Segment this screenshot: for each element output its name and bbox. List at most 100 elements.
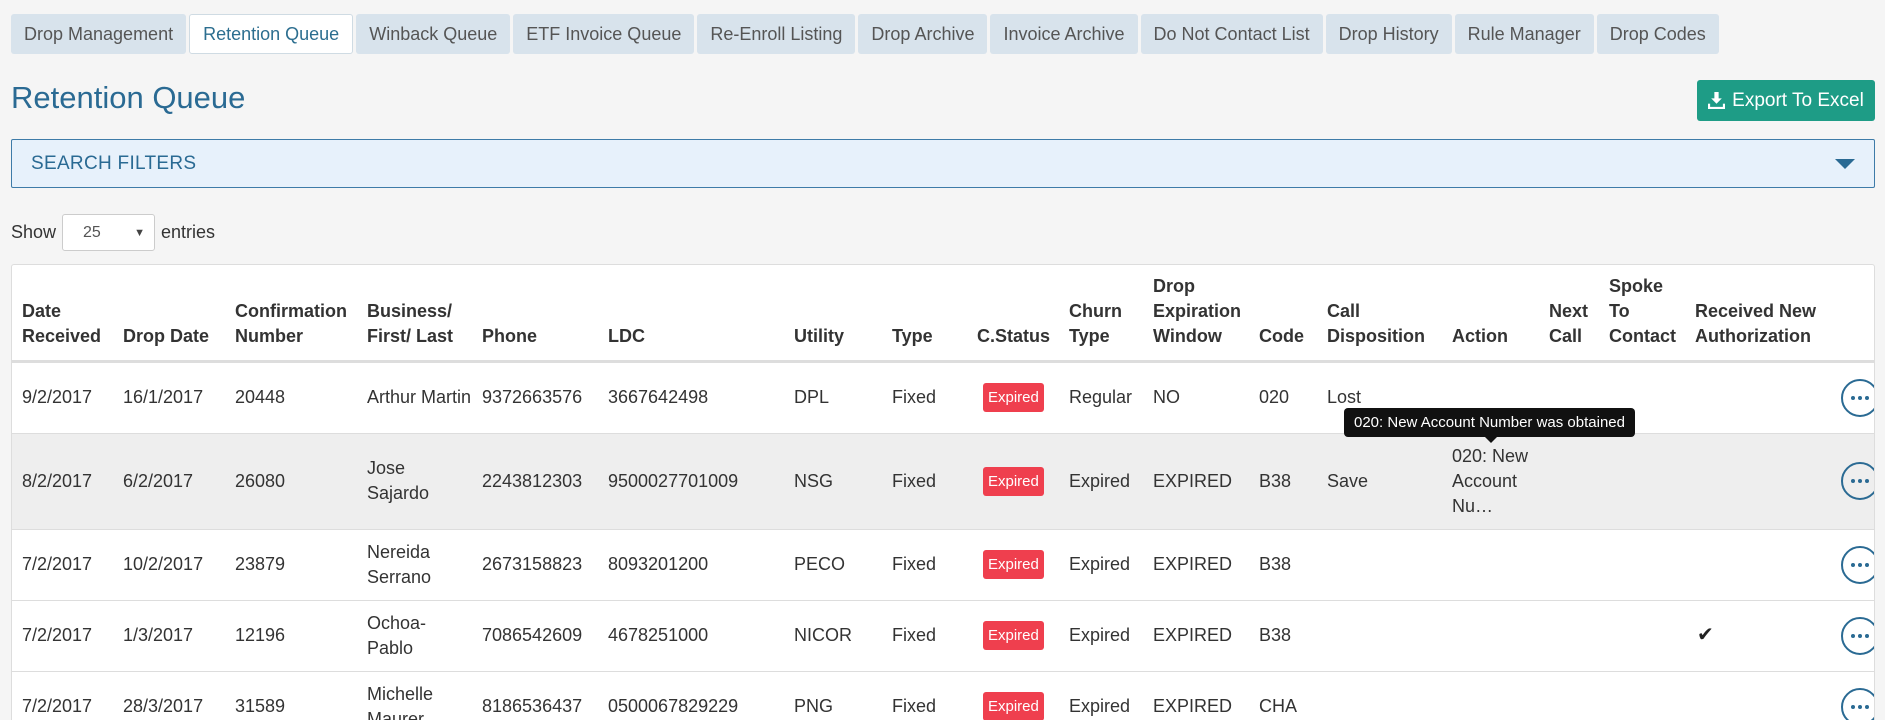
code-cell: CHA xyxy=(1249,671,1317,720)
action-tooltip: 020: New Account Number was obtained xyxy=(1344,408,1635,443)
export-to-excel-button[interactable]: Export To Excel xyxy=(1697,80,1875,121)
next-call-cell xyxy=(1539,433,1599,530)
more-options-icon[interactable] xyxy=(1841,462,1874,500)
table-row[interactable]: 7/2/2017 28/3/2017 31589 Michelle Maurer… xyxy=(12,671,1874,720)
next-call-cell xyxy=(1539,529,1599,601)
action-cell xyxy=(1442,600,1539,672)
status-cell: Expired xyxy=(967,671,1059,720)
drop-date-cell: 16/1/2017 xyxy=(113,361,225,434)
select-arrow-icon: ▼ xyxy=(134,226,146,239)
spoke-cell xyxy=(1599,671,1685,720)
col-type[interactable]: Type xyxy=(882,265,967,363)
ldc-cell: 9500027701009 xyxy=(598,433,784,530)
col-business-name[interactable]: Business/ First/ Last xyxy=(357,265,472,363)
disposition-cell xyxy=(1317,671,1442,720)
phone-cell: 2673158823 xyxy=(472,529,598,601)
export-label: Export To Excel xyxy=(1732,89,1864,111)
more-options-icon[interactable] xyxy=(1841,378,1874,417)
ldc-cell: 3667642498 xyxy=(598,361,784,434)
col-call-disposition[interactable]: Call Disposition xyxy=(1317,265,1442,363)
row-menu-cell xyxy=(1819,671,1874,720)
row-menu-cell xyxy=(1819,529,1874,601)
spoke-cell xyxy=(1599,600,1685,672)
drop-date-cell: 28/3/2017 xyxy=(113,671,225,720)
tab-drop-management[interactable]: Drop Management xyxy=(11,14,187,54)
col-received-new-authorization[interactable]: Received New Authorization xyxy=(1685,265,1819,363)
name-cell: Arthur Martin xyxy=(357,361,472,434)
tab-winback-queue[interactable]: Winback Queue xyxy=(356,14,511,54)
table-row[interactable]: 7/2/2017 10/2/2017 23879 Nereida Serrano… xyxy=(12,529,1874,601)
window-cell: EXPIRED xyxy=(1143,433,1249,530)
received-cell xyxy=(1685,433,1819,530)
confirmation-cell: 26080 xyxy=(225,433,357,530)
action-cell[interactable]: 020: New Account Nu… xyxy=(1442,433,1539,530)
row-menu-cell xyxy=(1819,600,1874,672)
tab-drop-history[interactable]: Drop History xyxy=(1325,14,1452,54)
status-badge: Expired xyxy=(983,692,1044,720)
tab-retention-queue[interactable]: Retention Queue xyxy=(189,14,354,54)
col-c-status[interactable]: C.Status xyxy=(967,265,1059,363)
tab-re-enroll-listing[interactable]: Re-Enroll Listing xyxy=(697,14,856,54)
received-cell xyxy=(1685,529,1819,601)
confirmation-cell: 23879 xyxy=(225,529,357,601)
name-cell: Ochoa-Pablo xyxy=(357,600,472,672)
page-title: Retention Queue xyxy=(11,80,246,115)
col-phone[interactable]: Phone xyxy=(472,265,598,363)
date-received-cell: 9/2/2017 xyxy=(12,361,113,434)
phone-cell: 8186536437 xyxy=(472,671,598,720)
row-menu-cell xyxy=(1819,433,1874,530)
col-spoke-to-contact[interactable]: Spoke To Contact xyxy=(1599,265,1685,363)
code-cell: B38 xyxy=(1249,600,1317,672)
checkmark-icon: ✔ xyxy=(1697,624,1714,646)
tab-drop-codes[interactable]: Drop Codes xyxy=(1596,14,1719,54)
col-confirmation-number[interactable]: Confirmation Number xyxy=(225,265,357,363)
table-header-row: Date Received Drop Date Confirmation Num… xyxy=(12,265,1874,363)
entries-label: entries xyxy=(161,222,216,242)
col-drop-expiration-window[interactable]: Drop Expiration Window xyxy=(1143,265,1249,363)
more-options-icon[interactable] xyxy=(1841,687,1874,720)
more-options-icon[interactable] xyxy=(1841,616,1874,655)
action-cell xyxy=(1442,671,1539,720)
churn-cell: Expired xyxy=(1059,433,1143,530)
drop-date-cell: 1/3/2017 xyxy=(113,600,225,672)
entries-select[interactable]: 25 ▼ xyxy=(62,214,156,251)
col-drop-date[interactable]: Drop Date xyxy=(113,265,225,363)
col-churn-type[interactable]: Churn Type xyxy=(1059,265,1143,363)
more-options-icon[interactable] xyxy=(1841,545,1874,584)
churn-cell: Expired xyxy=(1059,671,1143,720)
col-action[interactable]: Action xyxy=(1442,265,1539,363)
row-menu-cell xyxy=(1819,361,1874,434)
phone-cell: 2243812303 xyxy=(472,433,598,530)
col-date-received[interactable]: Date Received xyxy=(12,265,113,363)
window-cell: EXPIRED xyxy=(1143,600,1249,672)
date-received-cell: 8/2/2017 xyxy=(12,433,113,530)
type-cell: Fixed xyxy=(882,600,967,672)
col-utility[interactable]: Utility xyxy=(784,265,882,363)
window-cell: EXPIRED xyxy=(1143,529,1249,601)
col-code[interactable]: Code xyxy=(1249,265,1317,363)
type-cell: Fixed xyxy=(882,361,967,434)
search-filters-toggle[interactable]: SEARCH FILTERS xyxy=(11,139,1875,188)
tab-do-not-contact-list[interactable]: Do Not Contact List xyxy=(1140,14,1323,54)
type-cell: Fixed xyxy=(882,529,967,601)
received-cell xyxy=(1685,361,1819,434)
type-cell: Fixed xyxy=(882,671,967,720)
tab-rule-manager[interactable]: Rule Manager xyxy=(1454,14,1594,54)
window-cell: NO xyxy=(1143,361,1249,434)
tab-etf-invoice-queue[interactable]: ETF Invoice Queue xyxy=(513,14,695,54)
window-cell: EXPIRED xyxy=(1143,671,1249,720)
spoke-cell xyxy=(1599,529,1685,601)
table-row[interactable]: 8/2/2017 6/2/2017 26080 Jose Sajardo 224… xyxy=(12,433,1874,530)
tab-drop-archive[interactable]: Drop Archive xyxy=(858,14,988,54)
retention-table: Date Received Drop Date Confirmation Num… xyxy=(11,264,1875,720)
tab-invoice-archive[interactable]: Invoice Archive xyxy=(990,14,1138,54)
name-cell: Michelle Maurer xyxy=(357,671,472,720)
status-cell: Expired xyxy=(967,433,1059,530)
table-row[interactable]: 7/2/2017 1/3/2017 12196 Ochoa-Pablo 7086… xyxy=(12,600,1874,672)
status-badge: Expired xyxy=(983,550,1044,579)
utility-cell: PNG xyxy=(784,671,882,720)
col-next-call[interactable]: Next Call xyxy=(1539,265,1599,363)
drop-date-cell: 10/2/2017 xyxy=(113,529,225,601)
tab-bar: Drop Management Retention Queue Winback … xyxy=(11,14,1719,54)
col-ldc[interactable]: LDC xyxy=(598,265,784,363)
